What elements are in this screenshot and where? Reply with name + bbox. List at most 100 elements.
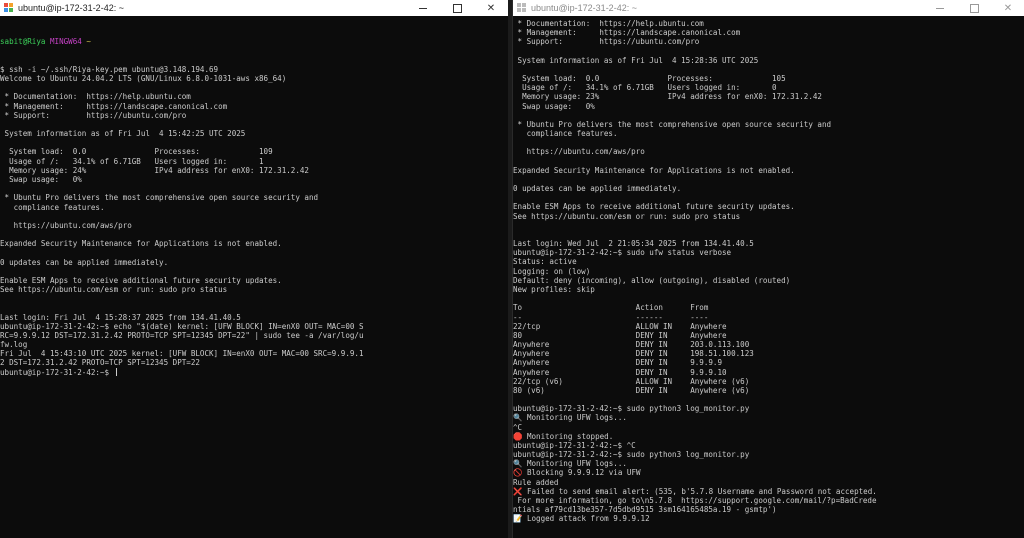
minimize-icon (419, 7, 427, 9)
terminal-line: Enable ESM Apps to receive additional fu… (0, 275, 282, 285)
terminal-line: ntials af79cd13be357-7d5dbd9515 3sm16416… (513, 505, 777, 515)
terminal-line: ubuntu@ip-172-31-2-42:~$ sudo python3 lo… (513, 404, 750, 414)
git-bash-icon (4, 3, 14, 13)
maximize-icon (452, 3, 462, 13)
terminal-line: 🛑 Monitoring stopped. (513, 431, 614, 441)
terminal-line: 80 (v6) DENY IN Anywhere (v6) (513, 385, 750, 395)
right-terminal-window[interactable]: ubuntu@ip-172-31-2-42: ~ ✕ * Documentati… (512, 0, 1024, 538)
terminal-line: 🚫 Blocking 9.9.9.12 via UFW (513, 468, 641, 478)
left-titlebar[interactable]: ubuntu@ip-172-31-2-42: ~ ✕ (0, 0, 508, 16)
terminal-line: Anywhere DENY IN 198.51.100.123 (513, 349, 754, 359)
terminal-line: https://ubuntu.com/aws/pro (513, 147, 645, 157)
terminal-line: Default: deny (incoming), allow (outgoin… (513, 275, 791, 285)
terminal-line: Memory usage: 23% IPv4 address for enX0:… (513, 92, 822, 102)
window-title: ubuntu@ip-172-31-2-42: ~ (18, 3, 124, 13)
prompt-path: ~ (86, 37, 91, 47)
terminal-line: 22/tcp (v6) ALLOW IN Anywhere (v6) (513, 376, 750, 386)
terminal-line: Anywhere DENY IN 9.9.9.10 (513, 367, 727, 377)
terminal-line: ubuntu@ip-172-31-2-42:~$ (0, 367, 508, 377)
terminal-line: 2 DST=172.31.2.42 PROTO=TCP SPT=12345 DP… (0, 358, 200, 368)
window-title: ubuntu@ip-172-31-2-42: ~ (531, 3, 637, 13)
terminal-line: Anywhere DENY IN 203.0.113.100 (513, 340, 750, 350)
terminal-line: System load: 0.0 Processes: 109 (0, 147, 273, 157)
terminal-line: Last login: Wed Jul 2 21:05:34 2025 from… (513, 239, 754, 249)
maximize-icon (969, 3, 979, 13)
terminal-line: System information as of Fri Jul 4 15:42… (0, 129, 246, 139)
terminal-line: ubuntu@ip-172-31-2-42:~$ sudo python3 lo… (513, 450, 750, 460)
terminal-line: Logging: on (low) (513, 266, 591, 276)
bash-prompt-header: sabit@Riya MINGW64 ~ (0, 37, 508, 46)
close-button[interactable]: ✕ (991, 0, 1024, 16)
right-scrollbar[interactable] (1019, 16, 1024, 538)
terminal-line: 🔍 Monitoring UFW logs... (513, 413, 627, 423)
minimize-button[interactable] (923, 0, 957, 16)
terminal-line: Fri Jul 4 15:43:10 UTC 2025 kernel: [UFW… (0, 349, 364, 359)
terminal-line: $ ssh -i ~/.ssh/Riya-key.pem ubuntu@3.14… (0, 64, 219, 74)
maximize-button[interactable] (440, 0, 474, 16)
right-terminal-output[interactable]: * Documentation: https://help.ubuntu.com… (513, 16, 1024, 523)
right-titlebar[interactable]: ubuntu@ip-172-31-2-42: ~ ✕ (513, 0, 1024, 16)
terminal-line: * Documentation: https://help.ubuntu.com (513, 19, 704, 28)
terminal-line: * Ubuntu Pro delivers the most comprehen… (513, 119, 832, 129)
terminal-line: ^C (513, 422, 523, 432)
terminal-line: * Management: https://landscape.canonica… (0, 101, 228, 111)
terminal-line: RC=9.9.9.12 DST=172.31.2.42 PROTO=TCP SP… (0, 330, 364, 340)
left-terminal-window[interactable]: ubuntu@ip-172-31-2-42: ~ ✕ sabit@Riya MI… (0, 0, 509, 538)
terminal-line: Swap usage: 0% (0, 174, 82, 184)
terminal-line: * Support: https://ubuntu.com/pro (0, 110, 187, 120)
terminal-line: ubuntu@ip-172-31-2-42:~$ ^C (513, 440, 636, 450)
terminal-line: New profiles: skip (513, 284, 595, 294)
terminal-line: compliance features. (513, 129, 618, 139)
terminal-line: Last login: Fri Jul 4 15:28:37 2025 from… (0, 312, 241, 322)
left-terminal-output[interactable]: sabit@Riya MINGW64 ~ $ ssh -i ~/.ssh/Riy… (0, 16, 508, 377)
terminal-line: Rule added (513, 477, 559, 487)
minimize-button[interactable] (406, 0, 440, 16)
terminal-line: 80 DENY IN Anywhere (513, 330, 727, 340)
minimize-icon (936, 7, 944, 9)
terminal-line: 0 updates can be applied immediately. (0, 257, 169, 267)
terminal-line: * Documentation: https://help.ubuntu.com (0, 92, 191, 102)
terminal-line: * Ubuntu Pro delivers the most comprehen… (0, 193, 319, 203)
terminal-line: 📝 Logged attack from 9.9.9.12 (513, 514, 650, 524)
terminal-line: Status: active (513, 257, 577, 267)
text-cursor (115, 367, 117, 376)
terminal-line: For more information, go to\n5.7.8 https… (513, 495, 877, 505)
terminal-line: To Action From (513, 303, 709, 313)
maximize-button[interactable] (957, 0, 991, 16)
terminal-line: Memory usage: 24% IPv4 address for enX0:… (0, 165, 309, 175)
terminal-line: System load: 0.0 Processes: 105 (513, 74, 786, 84)
terminal-line: 0 updates can be applied immediately. (513, 184, 682, 194)
terminal-line: * Management: https://landscape.canonica… (513, 28, 741, 38)
terminal-line: System information as of Fri Jul 4 15:28… (513, 55, 759, 65)
terminal-line: Enable ESM Apps to receive additional fu… (513, 202, 795, 212)
terminal-line: 🔍 Monitoring UFW logs... (513, 459, 627, 469)
terminal-line: Usage of /: 34.1% of 6.71GB Users logged… (513, 83, 777, 93)
terminal-line: -- ------ ---- (513, 312, 709, 322)
terminal-line: ubuntu@ip-172-31-2-42:~$ sudo ufw status… (513, 248, 732, 258)
terminal-line: Expanded Security Maintenance for Applic… (513, 165, 795, 175)
terminal-line: fw.log (0, 340, 28, 350)
terminal-line: ubuntu@ip-172-31-2-42:~$ echo "$(date) k… (0, 321, 364, 331)
terminal-line: Welcome to Ubuntu 24.04.2 LTS (GNU/Linux… (0, 74, 287, 84)
close-button[interactable]: ✕ (474, 0, 508, 16)
prompt-host: MINGW64 (49, 37, 82, 47)
